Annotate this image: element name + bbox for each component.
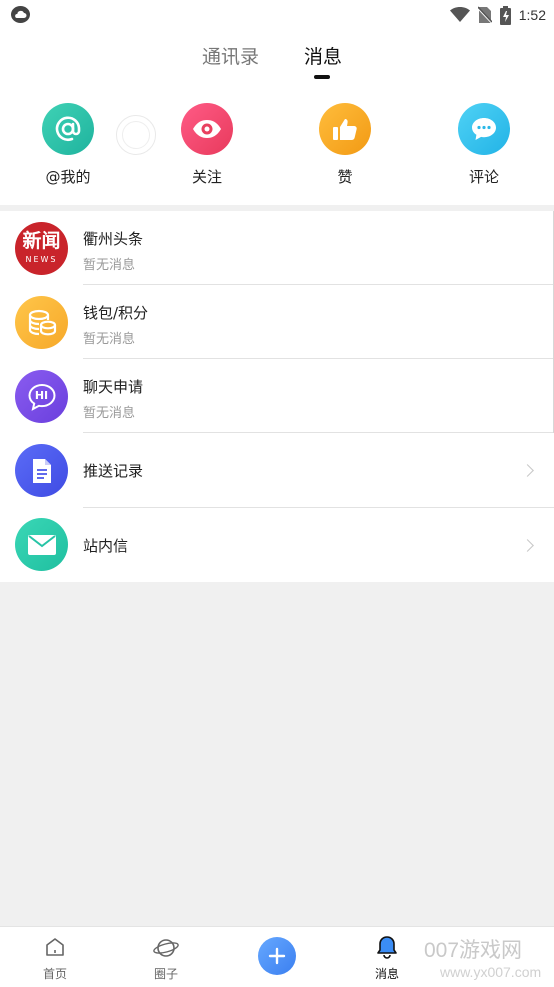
cloud-notification-icon bbox=[11, 6, 30, 23]
quick-action-label: 关注 bbox=[191, 168, 222, 186]
chat-hi-text: HI bbox=[34, 388, 49, 402]
quick-action-mentions[interactable]: @我的 bbox=[23, 103, 113, 187]
list-item-subtitle: 暂无消息 bbox=[83, 332, 136, 347]
list-item-title: 站内信 bbox=[83, 537, 129, 555]
quick-action-follow[interactable]: 关注 bbox=[162, 103, 252, 187]
nav-label: 圈子 bbox=[153, 967, 178, 981]
watermark-url: www.yx007.com bbox=[440, 964, 542, 980]
wifi-icon bbox=[449, 7, 470, 22]
list-item-title: 推送记录 bbox=[83, 462, 144, 480]
quick-action-label: 评论 bbox=[468, 168, 499, 186]
loading-ring bbox=[116, 115, 156, 155]
news-avatar-subtext: NEWS bbox=[25, 255, 58, 264]
quick-action-likes[interactable]: 赞 bbox=[300, 103, 390, 187]
quick-action-comments[interactable]: 评论 bbox=[439, 103, 529, 187]
nav-label: 消息 bbox=[374, 967, 399, 981]
quick-action-label: @我的 bbox=[45, 168, 91, 186]
coins-icon bbox=[15, 296, 68, 349]
list-item-chat-requests[interactable]: HI 聊天申请 暂无消息 bbox=[0, 359, 554, 433]
no-sim-icon bbox=[477, 6, 492, 24]
nav-label: 首页 bbox=[42, 967, 67, 981]
tab-messages[interactable]: 消息 bbox=[304, 42, 342, 69]
quick-actions: @我的 关注 赞 评论 bbox=[0, 90, 554, 205]
battery-charging-icon bbox=[499, 5, 511, 25]
document-icon bbox=[15, 444, 68, 497]
chat-hi-icon: HI bbox=[15, 370, 68, 423]
tab-contacts[interactable]: 通讯录 bbox=[202, 42, 259, 69]
news-avatar: 新闻 NEWS bbox=[15, 222, 68, 275]
add-button[interactable] bbox=[258, 937, 296, 975]
link-list: 推送记录 站内信 bbox=[0, 433, 554, 582]
planet-icon bbox=[153, 939, 179, 957]
eye-icon bbox=[181, 103, 233, 155]
home-icon bbox=[46, 938, 64, 956]
bell-icon bbox=[377, 936, 397, 959]
header: 通讯录 消息 bbox=[0, 30, 554, 90]
list-item-title: 聊天申请 bbox=[83, 378, 144, 396]
list-item-wallet[interactable]: 钱包/积分 暂无消息 bbox=[0, 285, 554, 359]
envelope-icon bbox=[15, 518, 68, 571]
list-item-subtitle: 暂无消息 bbox=[83, 258, 136, 273]
chevron-right-icon bbox=[521, 539, 534, 552]
nav-home[interactable]: 首页 bbox=[15, 927, 95, 987]
news-avatar-text: 新闻 bbox=[22, 230, 61, 252]
list-item-push-records[interactable]: 推送记录 bbox=[0, 433, 554, 508]
plus-icon bbox=[268, 947, 286, 965]
quick-action-label: 赞 bbox=[337, 168, 353, 186]
at-icon bbox=[42, 103, 94, 155]
list-item-subtitle: 暂无消息 bbox=[83, 406, 136, 421]
list-item-inbox[interactable]: 站内信 bbox=[0, 508, 554, 582]
status-bar: 1:52 bbox=[0, 0, 554, 30]
thumbs-up-icon bbox=[319, 103, 371, 155]
watermark-logo-text: 007游戏网 bbox=[424, 939, 523, 962]
active-tab-indicator bbox=[314, 75, 330, 79]
status-time: 1:52 bbox=[518, 7, 546, 23]
chevron-right-icon bbox=[521, 464, 534, 477]
list-item-title: 衢州头条 bbox=[83, 230, 144, 248]
message-list: 新闻 NEWS 衢州头条 暂无消息 钱包/积分 暂无消息 HI 聊天申请 暂无消… bbox=[0, 211, 554, 433]
list-item-quzhou-news[interactable]: 新闻 NEWS 衢州头条 暂无消息 bbox=[0, 211, 554, 285]
nav-circle[interactable]: 圈子 bbox=[126, 927, 206, 987]
list-item-title: 钱包/积分 bbox=[83, 304, 149, 322]
nav-messages[interactable]: 消息 bbox=[347, 927, 427, 987]
comment-icon bbox=[458, 103, 510, 155]
